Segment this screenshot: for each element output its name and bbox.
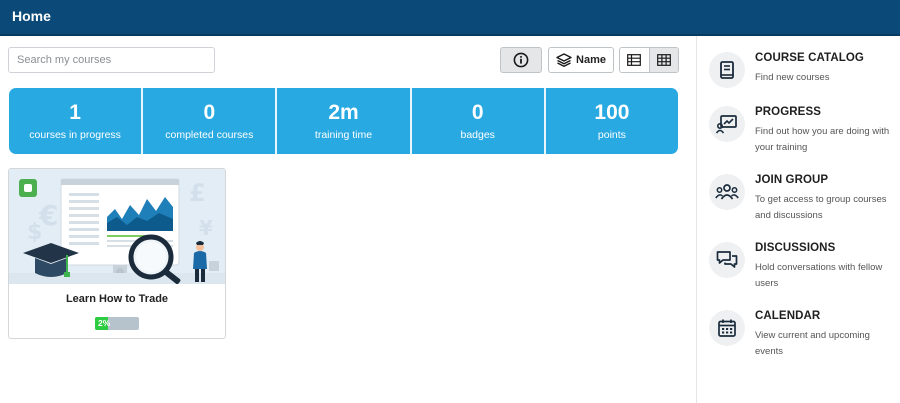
sidebar-item-desc: Find out how you are doing with your tra… xyxy=(755,126,890,153)
info-button[interactable] xyxy=(500,47,542,73)
sidebar-item-title: JOIN GROUP xyxy=(755,174,829,186)
stat-label: courses in progress xyxy=(29,129,121,141)
sidebar-item-join-group[interactable]: JOIN GROUP To get access to group course… xyxy=(709,174,899,234)
stat-label: training time xyxy=(314,129,373,141)
stat-label: points xyxy=(597,129,626,141)
stat-value: 0 xyxy=(471,101,484,124)
stat-badges: 0 badges xyxy=(412,88,546,154)
course-progress-bar: 2% xyxy=(95,317,139,330)
sort-button[interactable]: Name xyxy=(548,47,614,73)
progress-chart-icon xyxy=(716,115,737,134)
chat-bubbles-icon xyxy=(716,251,738,268)
progress-text: 2% xyxy=(98,318,111,328)
sidebar-icon-circle xyxy=(709,310,745,346)
sidebar-item-desc: To get access to group courses and discu… xyxy=(755,194,887,221)
search-input[interactable] xyxy=(8,47,215,73)
stats-banner: 1 courses in progress 0 completed course… xyxy=(9,88,678,154)
svg-text:¥: ¥ xyxy=(199,216,213,240)
stat-label: badges xyxy=(460,129,495,141)
stat-value: 0 xyxy=(203,101,216,124)
svg-text:£: £ xyxy=(189,179,206,207)
stat-value: 1 xyxy=(69,101,81,124)
sidebar-item-discussions[interactable]: DISCUSSIONS Hold conversations with fell… xyxy=(709,242,899,302)
sidebar-icon-circle xyxy=(709,174,745,210)
sidebar: COURSE CATALOG Find new courses PROGRESS… xyxy=(696,36,900,403)
sidebar-item-desc: Find new courses xyxy=(755,72,830,83)
sidebar-item-calendar[interactable]: CALENDAR View current and upcoming event… xyxy=(709,310,899,370)
group-icon xyxy=(715,184,739,200)
course-title: Learn How to Trade xyxy=(65,293,169,305)
stat-points: 100 points xyxy=(546,88,678,154)
sort-label: Name xyxy=(576,54,606,66)
page-title: Home xyxy=(12,8,51,24)
list-view-icon xyxy=(627,54,642,66)
sidebar-icon-circle xyxy=(709,52,745,88)
sidebar-item-desc: View current and upcoming events xyxy=(755,330,870,357)
sidebar-item-title: CALENDAR xyxy=(755,310,821,322)
stat-value: 2m xyxy=(328,101,359,124)
course-thumbnail: € $ £ ¥ xyxy=(9,169,225,284)
stat-value: 100 xyxy=(594,101,630,124)
course-card[interactable]: € $ £ ¥ Learn How to Trade 2% xyxy=(8,168,226,339)
stat-courses-in-progress: 1 courses in progress xyxy=(9,88,144,154)
view-toggle xyxy=(619,47,679,73)
status-badge-icon xyxy=(24,184,32,192)
status-badge xyxy=(19,179,37,197)
sidebar-item-title: DISCUSSIONS xyxy=(755,242,836,254)
layers-icon xyxy=(556,53,572,67)
info-icon xyxy=(513,52,529,68)
grid-view-button[interactable] xyxy=(648,48,678,72)
sidebar-item-desc: Hold conversations with fellow users xyxy=(755,262,883,289)
sidebar-icon-circle xyxy=(709,106,745,142)
sidebar-item-progress[interactable]: PROGRESS Find out how you are doing with… xyxy=(709,106,899,166)
sidebar-icon-circle xyxy=(709,242,745,278)
stat-training-time: 2m training time xyxy=(277,88,412,154)
top-bar: Home xyxy=(0,0,900,36)
stat-label: completed courses xyxy=(165,129,254,141)
book-icon xyxy=(720,61,734,79)
svg-text:$: $ xyxy=(27,220,42,245)
sidebar-item-title: PROGRESS xyxy=(755,106,821,118)
calendar-icon xyxy=(718,319,736,337)
stat-completed-courses: 0 completed courses xyxy=(143,88,278,154)
list-view-button[interactable] xyxy=(620,48,649,72)
grid-view-icon xyxy=(657,54,671,66)
sidebar-item-title: COURSE CATALOG xyxy=(755,52,864,64)
sidebar-item-course-catalog[interactable]: COURSE CATALOG Find new courses xyxy=(709,52,899,112)
